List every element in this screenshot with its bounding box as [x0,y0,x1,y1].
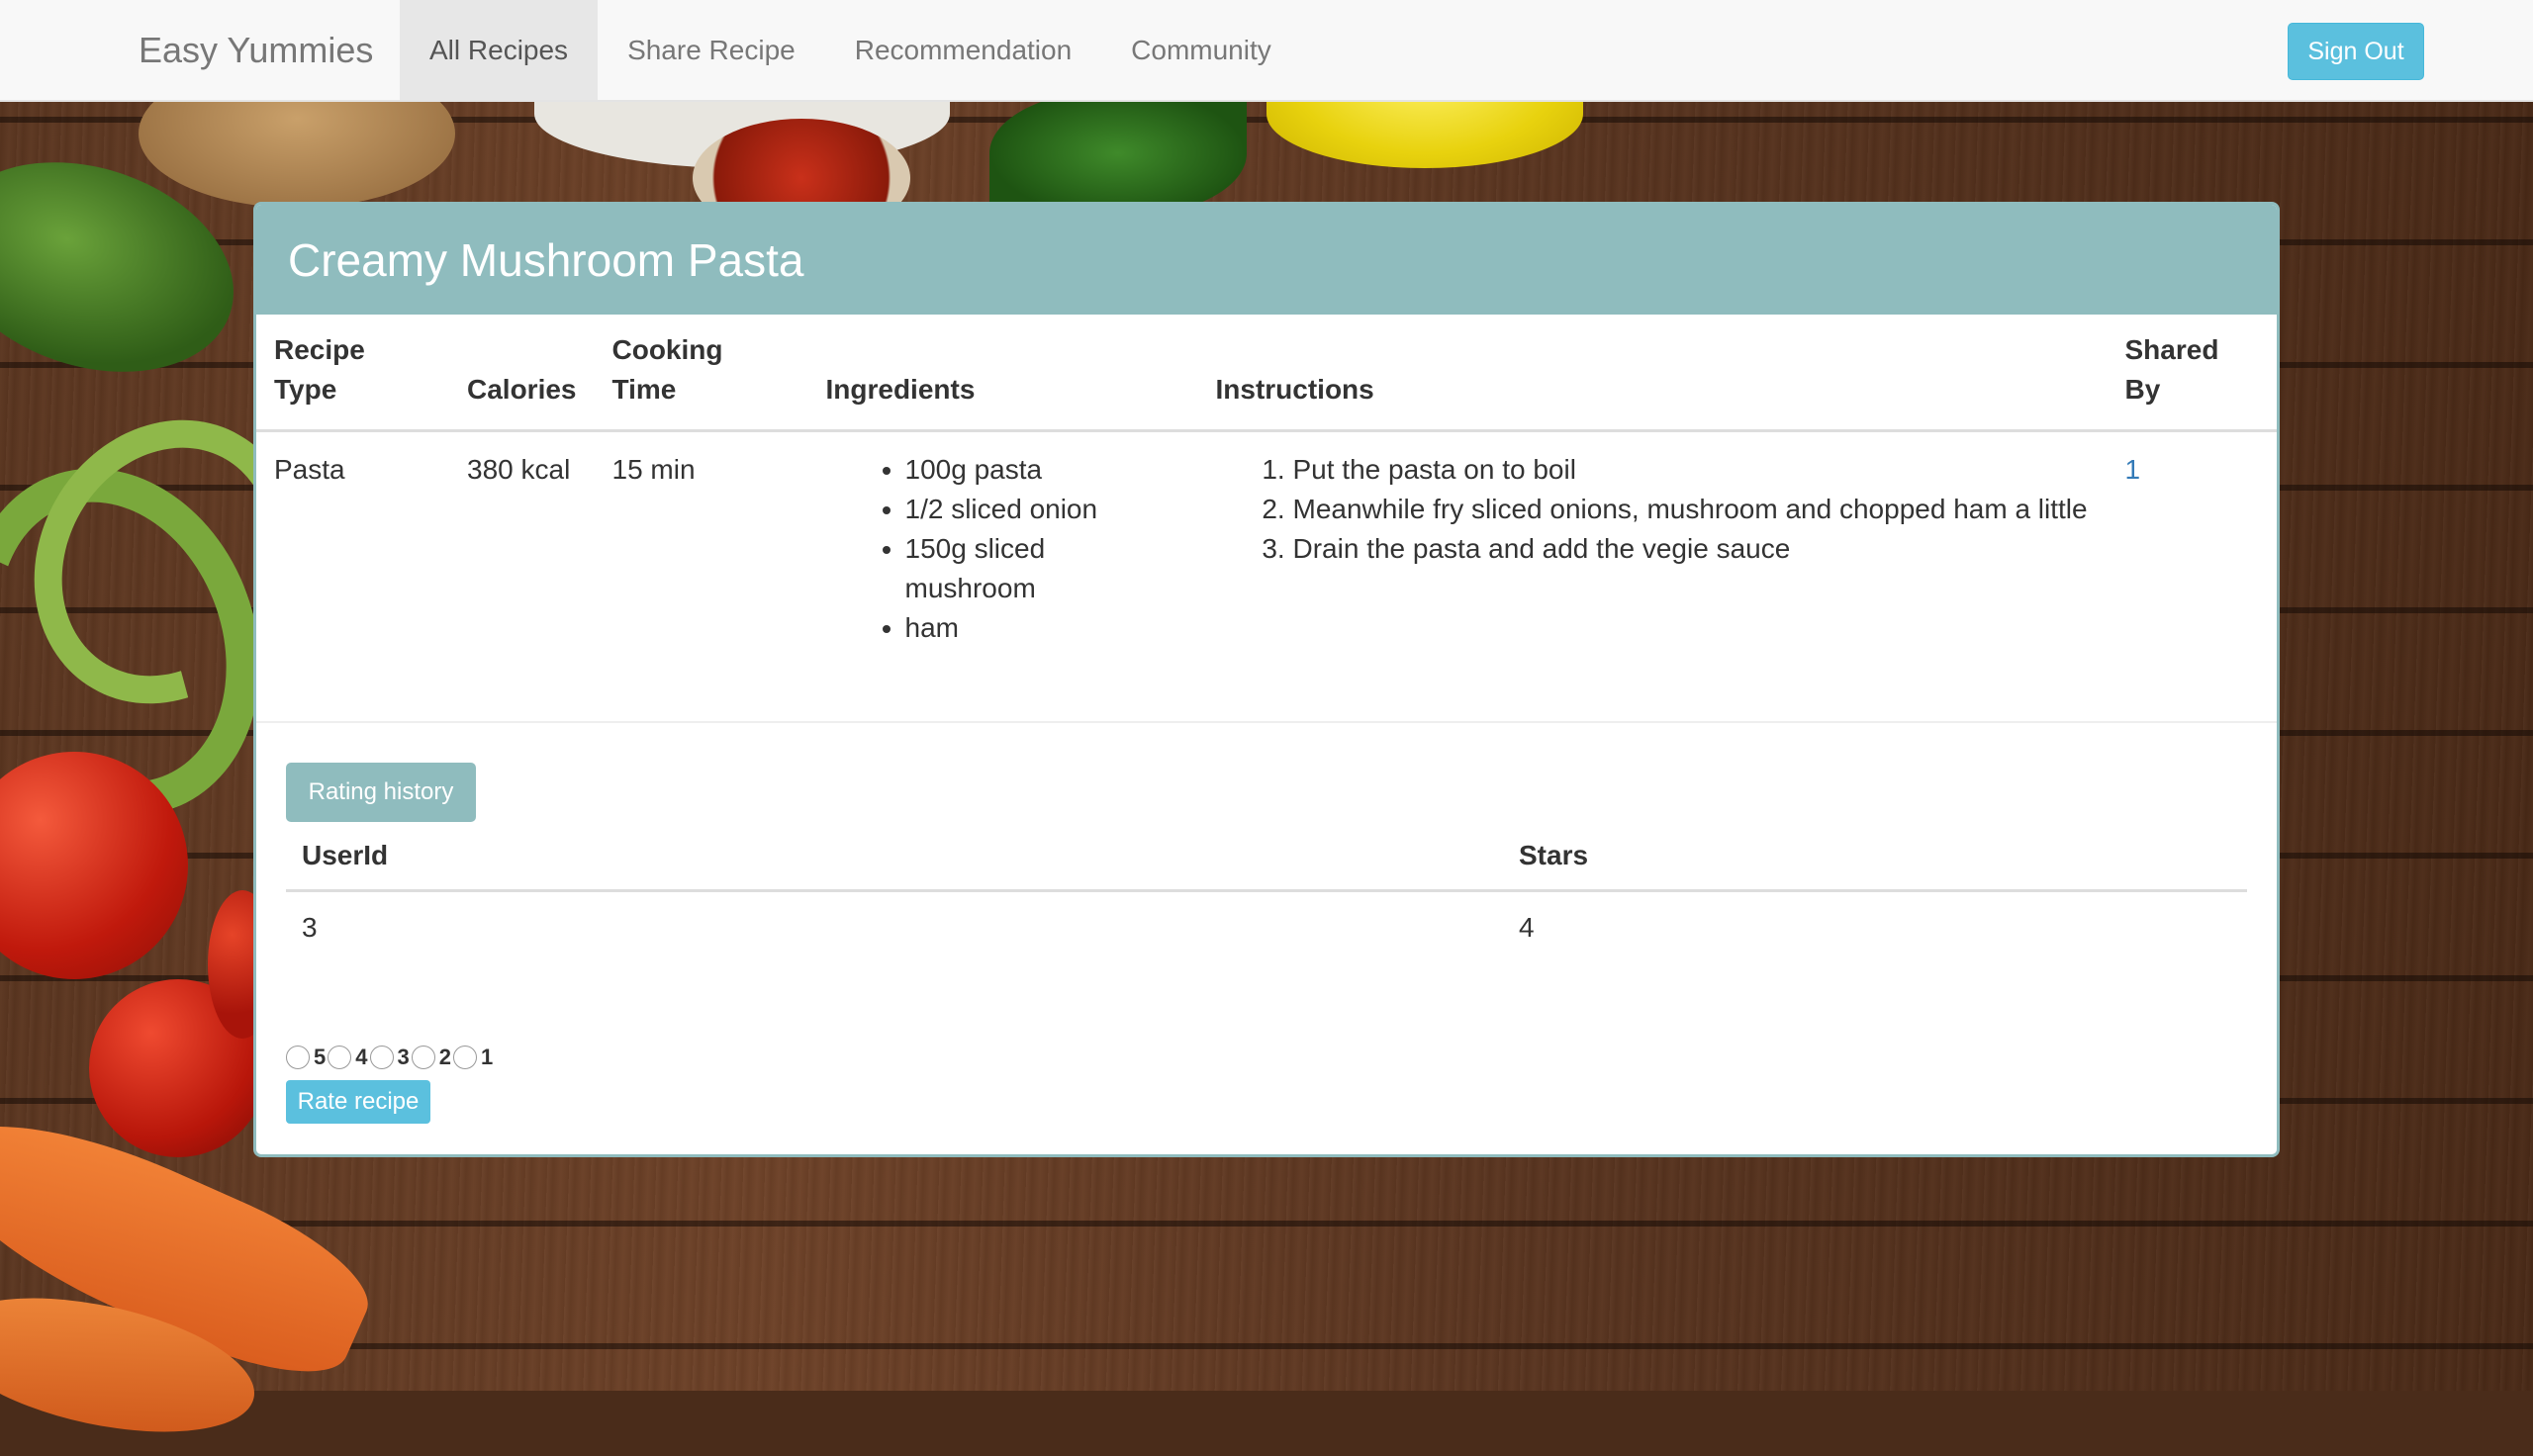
header-user-id: UserId [286,828,1503,892]
instructions-list: Put the pasta on to boil Meanwhile fry s… [1216,450,2090,569]
header-instructions: Instructions [1197,315,2108,432]
shared-by-cell: 1 [2108,431,2278,722]
instructions-cell: Put the pasta on to boil Meanwhile fry s… [1198,431,2108,722]
rating-label-4: 4 [355,1045,368,1069]
panel-heading: Creamy Mushroom Pasta [256,205,2277,315]
rating-user-id-cell: 3 [302,912,318,943]
rating-header-row: UserId Stars [286,828,2247,892]
basil-image [989,89,1247,218]
calories-cell: 380 kcal [467,454,571,485]
recipe-panel: Creamy Mushroom Pasta Recipe Type Calori… [253,202,2280,1157]
header-cooking-time: Cooking Time [594,315,808,432]
instruction-step: Put the pasta on to boil [1293,450,2090,490]
brand-link[interactable]: Easy Yummies [139,0,400,100]
ingredients-cell: 100g pasta 1/2 sliced onion 150g sliced … [808,431,1198,722]
nav-all-recipes[interactable]: All Recipes [400,0,599,100]
rating-label-2: 2 [438,1045,451,1069]
instruction-step: Drain the pasta and add the vegie sauce [1293,529,2090,569]
rating-history-button[interactable]: Rating history [286,763,476,822]
sign-out-button[interactable]: Sign Out [2288,23,2424,80]
rating-row: 3 4 [286,891,2247,964]
ingredients-list: 100g pasta 1/2 sliced onion 150g sliced … [826,450,1180,648]
recipe-table: Recipe Type Calories Cooking Time Ingred… [256,315,2277,721]
rating-radio-3[interactable] [369,1046,394,1069]
rating-radio-2[interactable] [411,1046,435,1069]
rating-radio-5[interactable] [286,1046,310,1069]
recipe-row: Pasta 380 kcal 15 min 100g pasta 1/2 sli… [256,431,2277,722]
rating-radio-1[interactable] [453,1046,477,1069]
recipe-type-cell: Pasta [274,454,345,485]
header-ingredients: Ingredients [807,315,1198,432]
ingredient-item: 100g pasta [905,450,1180,490]
rating-label-5: 5 [314,1045,327,1069]
instruction-step: Meanwhile fry sliced onions, mushroom an… [1293,490,2090,529]
rating-table: UserId Stars 3 4 [286,828,2247,963]
nav-recommendation[interactable]: Recommendation [825,0,1101,100]
rating-label-3: 3 [397,1045,410,1069]
rating-stars-cell: 4 [1519,912,1535,943]
nav-share-recipe[interactable]: Share Recipe [598,0,825,100]
star-rating-options: 5 4 3 2 1 [286,1045,2247,1070]
rating-section: Rating history UserId Stars 3 4 5 4 3 2 … [256,723,2277,1124]
rate-recipe-button[interactable]: Rate recipe [286,1080,430,1124]
header-stars: Stars [1503,828,2247,892]
rating-label-1: 1 [481,1045,494,1069]
recipe-title: Creamy Mushroom Pasta [288,233,804,286]
header-calories: Calories [449,315,595,432]
ingredient-item: ham [905,608,1180,648]
navbar: Easy Yummies All Recipes Share Recipe Re… [0,0,2533,102]
ingredient-item: 1/2 sliced onion [905,490,1180,529]
recipe-header-row: Recipe Type Calories Cooking Time Ingred… [256,315,2277,432]
shared-by-link[interactable]: 1 [2125,454,2141,485]
header-shared-by: Shared By [2107,315,2277,432]
cooking-time-cell: 15 min [611,454,696,485]
nav-community[interactable]: Community [1101,0,1301,100]
header-recipe-type: Recipe Type [256,315,449,432]
ingredient-item: 150g sliced mushroom [905,529,1180,608]
rating-radio-4[interactable] [328,1046,352,1069]
